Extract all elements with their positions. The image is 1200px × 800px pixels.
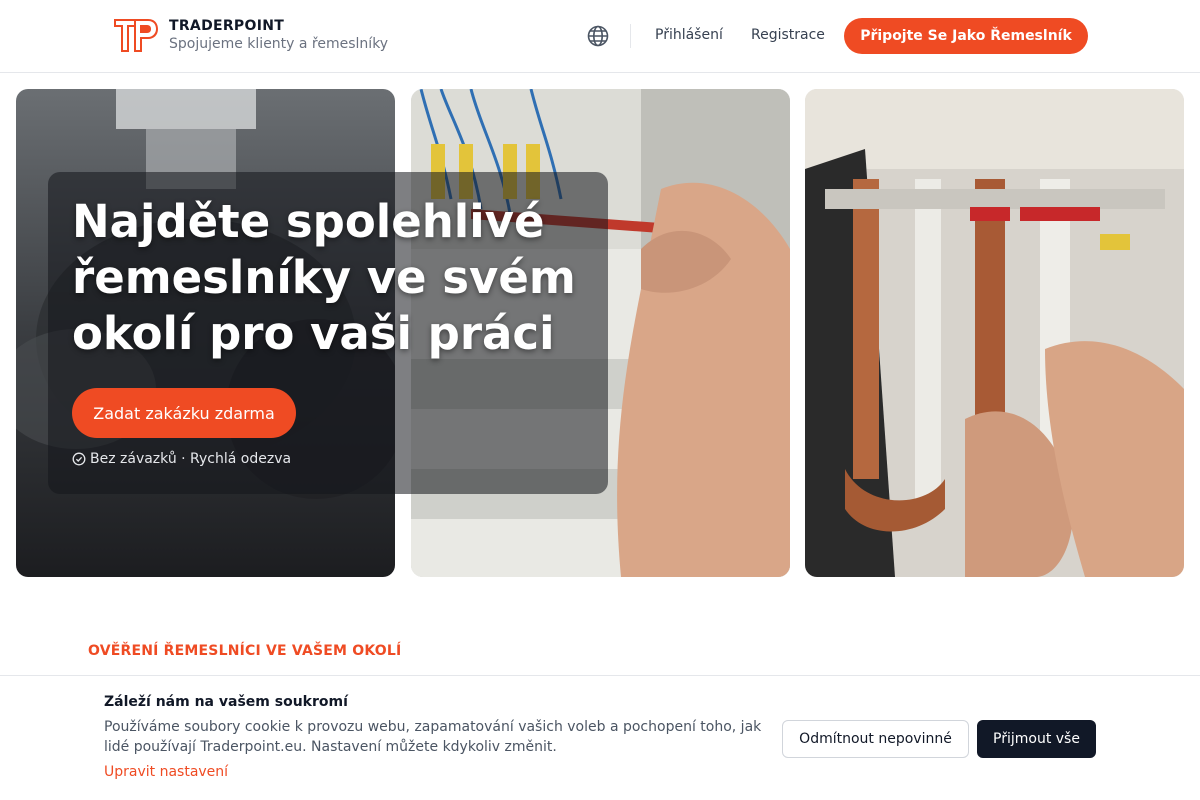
- section-label: OVĚŘENÍ ŘEMESLNÍCI VE VAŠEM OKOLÍ: [88, 643, 402, 659]
- hero-note: Bez závazků · Rychlá odezva: [72, 451, 291, 467]
- cookie-settings-link[interactable]: Upravit nastavení: [104, 764, 228, 780]
- cookie-banner: Záleží nám na vašem soukromí Používáme s…: [0, 675, 1200, 800]
- globe-icon[interactable]: [586, 24, 610, 48]
- register-link[interactable]: Registrace: [751, 27, 825, 43]
- join-as-tradesman-button[interactable]: Připojte Se Jako Řemeslník: [844, 18, 1088, 54]
- hero-note-text: Bez závazků · Rychlá odezva: [90, 451, 292, 467]
- brand-name: TRADERPOINT: [169, 18, 285, 34]
- login-link[interactable]: Přihlášení: [655, 27, 723, 43]
- decline-optional-button[interactable]: Odmítnout nepovinné: [782, 720, 969, 758]
- hero-title: Najděte spolehlivé řemeslníky ve svém ok…: [72, 195, 576, 360]
- check-circle-icon: [72, 452, 86, 466]
- site-header: TRADERPOINT Spojujeme klienty a řemeslní…: [0, 0, 1200, 73]
- accept-all-button[interactable]: Přijmout vše: [977, 720, 1096, 758]
- traderpoint-logo[interactable]: [112, 17, 160, 55]
- hero-photo-pipes: [805, 89, 1184, 577]
- header-divider: [630, 24, 631, 48]
- post-job-button[interactable]: Zadat zakázku zdarma: [72, 388, 296, 438]
- cookie-text: Používáme soubory cookie k provozu webu,…: [104, 719, 762, 755]
- brand-tagline: Spojujeme klienty a řemeslníky: [169, 36, 389, 52]
- cookie-title: Záleží nám na vašem soukromí: [104, 694, 348, 710]
